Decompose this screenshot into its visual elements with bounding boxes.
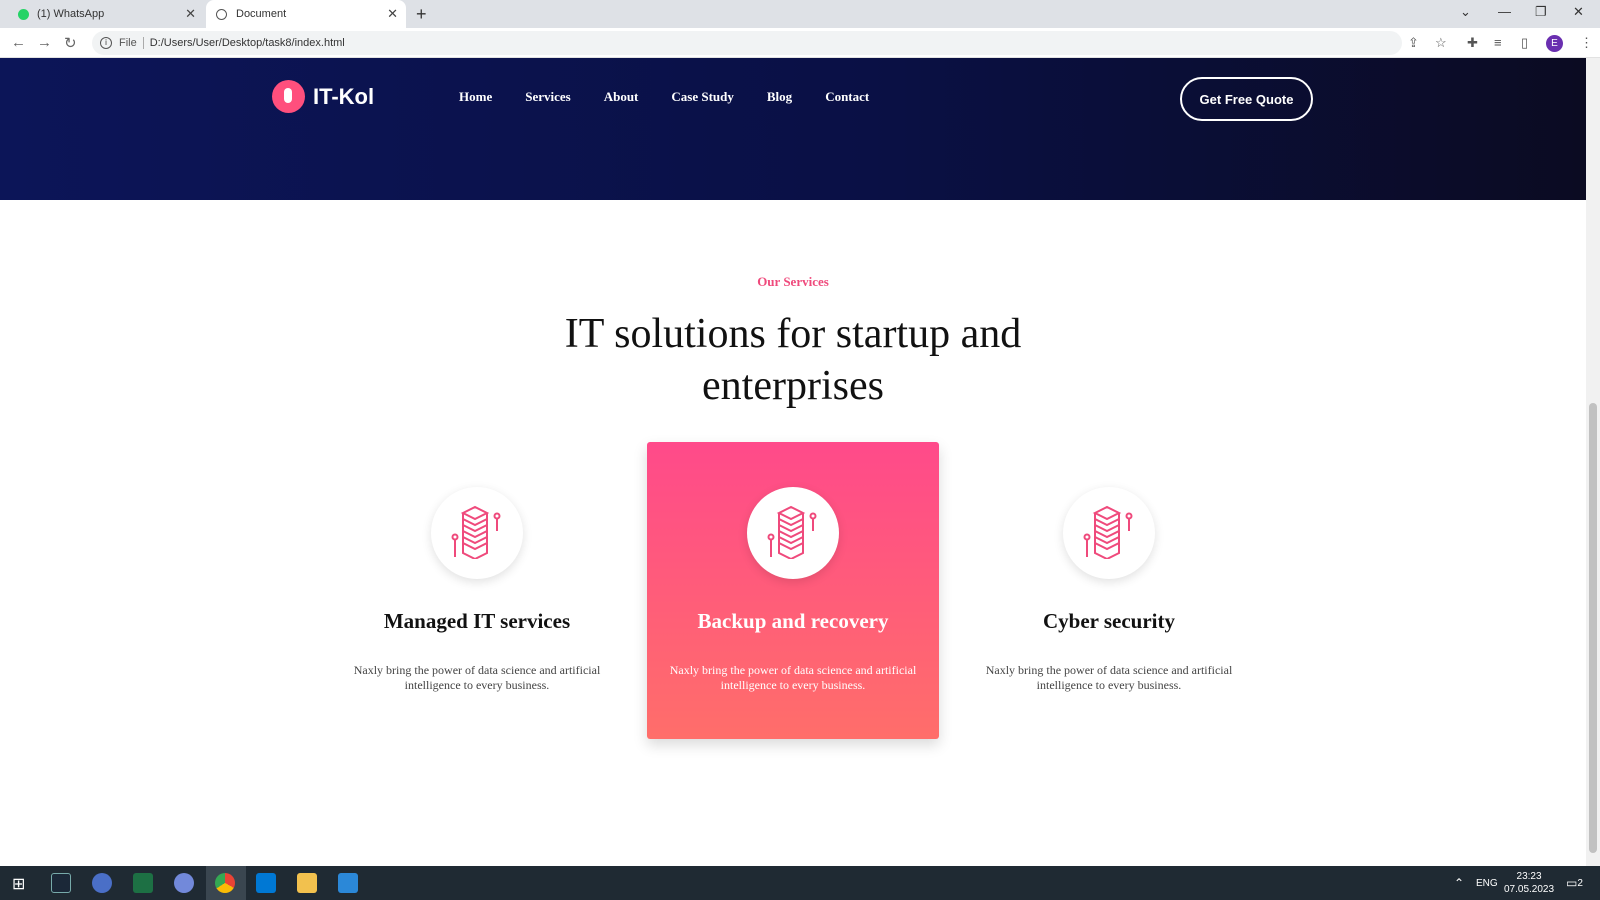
nav-blog[interactable]: Blog (767, 89, 792, 105)
back-icon[interactable]: ← (11, 34, 26, 51)
section-eyebrow: Our Services (757, 274, 829, 289)
reading-list-icon[interactable]: ≡ (1494, 35, 1502, 50)
close-window-icon[interactable]: ✕ (1573, 4, 1584, 20)
address-bar: ← → ↻ i File D:/Users/User/Desktop/task8… (0, 28, 1600, 58)
main-nav: Home Services About Case Study Blog Cont… (459, 89, 869, 105)
service-card-managed-it[interactable]: Managed IT services Naxly bring the powe… (331, 442, 623, 739)
nav-services[interactable]: Services (525, 89, 570, 105)
steam-icon[interactable] (51, 873, 71, 893)
tab-whatsapp[interactable]: (1) WhatsApp ✕ (8, 0, 204, 28)
logo-icon (272, 80, 305, 113)
server-stack-icon (451, 505, 501, 559)
menu-kebab-icon[interactable]: ⋮ (1580, 35, 1593, 51)
file-explorer-icon[interactable] (297, 873, 317, 893)
clock[interactable]: 23:23 07.05.2023 (1504, 866, 1554, 900)
server-stack-icon (767, 505, 817, 559)
page-viewport: IT-Kol Home Services About Case Study Bl… (0, 58, 1586, 866)
url-text: D:/Users/User/Desktop/task8/index.html (149, 37, 345, 49)
tab-label: (1) WhatsApp (37, 8, 105, 20)
card-title: Cyber security (1043, 609, 1175, 633)
app-icon[interactable] (92, 873, 112, 893)
section-heading: IT solutions for startup and enterprises (564, 311, 1022, 409)
service-icon-circle (747, 487, 839, 579)
forward-icon[interactable]: → (37, 34, 52, 51)
server-stack-icon (1083, 505, 1133, 559)
restore-icon[interactable]: ❐ (1535, 4, 1547, 20)
close-icon[interactable]: ✕ (387, 6, 398, 22)
nav-case-study[interactable]: Case Study (671, 89, 734, 105)
card-text: Naxly bring the power of data science an… (985, 663, 1233, 692)
extensions-icon[interactable]: ✚ (1467, 35, 1478, 51)
side-panel-icon[interactable]: ▯ (1521, 35, 1528, 51)
notification-count: 2 (1577, 877, 1583, 889)
reload-icon[interactable]: ↻ (64, 34, 77, 52)
get-free-quote-button[interactable]: Get Free Quote (1180, 77, 1313, 121)
service-icon-circle (1063, 487, 1155, 579)
profile-avatar[interactable]: E (1546, 35, 1563, 52)
discord-icon[interactable] (174, 873, 194, 893)
site-info-icon[interactable]: i (100, 37, 112, 49)
tab-document[interactable]: Document ✕ (206, 0, 406, 28)
scrollbar-thumb[interactable] (1589, 403, 1597, 853)
vscode-icon[interactable] (256, 873, 276, 893)
bookmark-star-icon[interactable]: ☆ (1435, 35, 1447, 51)
card-title: Managed IT services (383, 609, 571, 633)
tray-chevron-icon[interactable]: ⌃ (1454, 866, 1464, 900)
excel-icon[interactable] (133, 873, 153, 893)
tab-strip: (1) WhatsApp ✕ Document ✕ + ⌄ — ❐ ✕ (0, 0, 1600, 28)
service-icon-circle (431, 487, 523, 579)
notifications-icon[interactable]: ▭ 2 (1566, 866, 1583, 900)
windows-taskbar: ⊞ ⌃ ENG 23:23 07.05.2023 ▭ 2 (0, 866, 1600, 900)
hero-header: IT-Kol Home Services About Case Study Bl… (0, 58, 1586, 200)
clock-date: 07.05.2023 (1504, 884, 1555, 895)
url-scheme: File (119, 37, 144, 49)
logo-text: IT-Kol (313, 83, 375, 109)
chrome-icon[interactable] (215, 873, 235, 893)
tab-search-icon[interactable]: ⌄ (1460, 4, 1471, 20)
page-scrollbar[interactable] (1586, 58, 1600, 866)
site-logo[interactable]: IT-Kol (272, 80, 374, 113)
minimize-icon[interactable]: — (1498, 4, 1511, 19)
windows-start-icon[interactable]: ⊞ (12, 874, 25, 893)
nav-contact[interactable]: Contact (825, 89, 869, 105)
share-icon[interactable]: ⇪ (1408, 35, 1419, 51)
globe-icon (216, 8, 227, 20)
service-card-cyber-security[interactable]: Cyber security Naxly bring the power of … (963, 442, 1255, 739)
nav-home[interactable]: Home (459, 89, 492, 105)
card-title: Backup and recovery (697, 609, 889, 633)
nav-about[interactable]: About (604, 89, 639, 105)
service-card-backup-recovery[interactable]: Backup and recovery Naxly bring the powe… (647, 442, 939, 739)
card-text: Naxly bring the power of data science an… (669, 663, 917, 692)
card-text: Naxly bring the power of data science an… (353, 663, 601, 692)
close-icon[interactable]: ✕ (185, 6, 196, 22)
url-field[interactable]: i File D:/Users/User/Desktop/task8/index… (92, 31, 1402, 55)
language-indicator[interactable]: ENG (1476, 866, 1498, 900)
tab-label: Document (236, 8, 287, 20)
new-tab-button[interactable]: + (416, 4, 427, 25)
whatsapp-icon (18, 8, 29, 20)
photos-icon[interactable] (338, 873, 358, 893)
clock-time: 23:23 (1516, 871, 1542, 882)
